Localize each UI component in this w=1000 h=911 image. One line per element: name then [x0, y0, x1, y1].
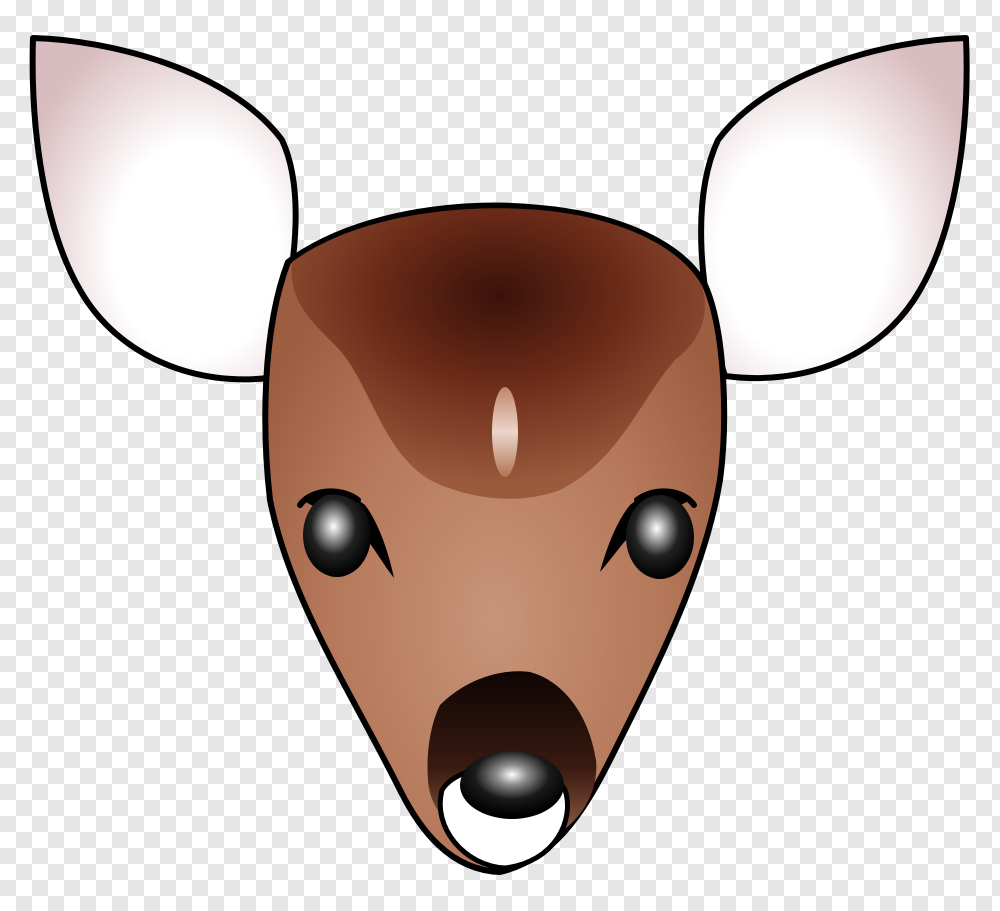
- deer-head-illustration: [29, 35, 970, 875]
- forehead-blaze: [492, 387, 518, 477]
- left-ear: [29, 35, 299, 383]
- nose: [460, 751, 564, 819]
- right-ear: [698, 35, 970, 382]
- transparency-checkerboard-background: [0, 0, 1000, 911]
